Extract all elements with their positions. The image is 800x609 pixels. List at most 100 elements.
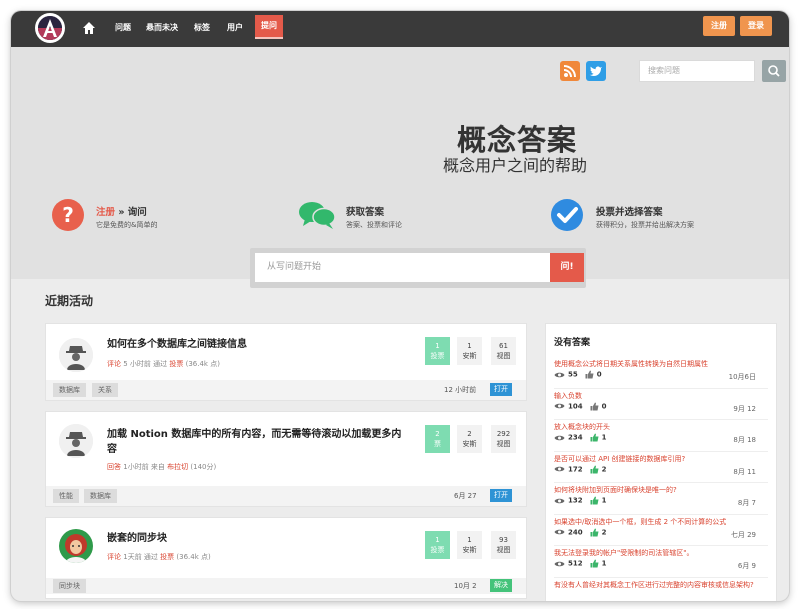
- eye-icon: [554, 435, 565, 440]
- question-date: 12 小时前: [444, 386, 477, 394]
- question-date: 6月 27: [454, 492, 477, 500]
- nav-questions[interactable]: 问题: [115, 11, 131, 47]
- twitter-icon[interactable]: [586, 61, 606, 81]
- user-avatar: [59, 529, 93, 563]
- feature-get-answers: 获取答案: [346, 207, 385, 218]
- logo-icon: [38, 16, 62, 40]
- meta-points: (36.4k 点): [176, 553, 211, 561]
- eye-icon: [554, 561, 565, 566]
- unanswered-list-item: 是否可以通过 API 创建链接的数据库引用? 172 2 8月 11: [554, 454, 768, 485]
- vote-count: 1 投票: [425, 337, 450, 365]
- unanswered-question-link[interactable]: 输入负数: [554, 391, 768, 401]
- status-badge[interactable]: 打开: [490, 489, 512, 502]
- view-count: 512: [568, 559, 583, 568]
- meta-action-link[interactable]: 评论: [107, 553, 121, 561]
- question-circle-icon: ?: [52, 199, 84, 231]
- meta-action-link[interactable]: 评论: [107, 360, 121, 368]
- question-title[interactable]: 嵌套的同步块: [107, 531, 167, 546]
- unanswered-list-item: 我无法登录我的帐户"受限制的司法管辖区"。 512 1 6月 9: [554, 548, 768, 579]
- vote-count: 1: [601, 433, 607, 442]
- hero-subtitle: 概念用户之间的帮助: [443, 156, 588, 175]
- question-date: 8月 18: [733, 436, 756, 444]
- check-circle-icon: [551, 199, 583, 231]
- nav-unanswered[interactable]: 悬而未决: [146, 11, 178, 47]
- tag[interactable]: 数据库: [84, 489, 117, 503]
- unanswered-list-item: 输入负数 104 0 9月 12: [554, 391, 768, 422]
- unanswered-question-link[interactable]: 如何将块附加到页面时确保块是唯一的?: [554, 485, 768, 495]
- tag[interactable]: 数据库: [53, 383, 86, 397]
- question-meta: 回答 1小时前 来自 布拉切 (140分): [107, 462, 216, 472]
- answer-count: 1 安斯: [457, 337, 482, 365]
- meta-points: (36.4k 点): [185, 360, 220, 368]
- view-count: 104: [568, 402, 583, 410]
- eye-icon: [554, 372, 565, 377]
- tag[interactable]: 关系: [92, 383, 118, 397]
- ask-submit-button[interactable]: 问!: [550, 253, 584, 282]
- thumbs-up-icon: [585, 370, 594, 379]
- eye-icon: [554, 498, 565, 503]
- feature-register-ask: 注册 » 询问: [96, 204, 147, 218]
- status-badge[interactable]: 打开: [490, 383, 512, 396]
- search-icon: [768, 65, 780, 77]
- question-footer: 性能 数据库 6月 27 打开: [46, 486, 526, 506]
- nav-ask-question[interactable]: 提问: [255, 15, 283, 39]
- list-separator: [554, 387, 768, 389]
- unanswered-question-link[interactable]: 使用概念公式将日期关系属性转换为自然日期属性: [554, 359, 768, 369]
- unanswered-question-link[interactable]: 如果选中/取消选中一个框，则生成 2 个不同计算的公式: [554, 517, 768, 527]
- view-count: 172: [568, 465, 583, 473]
- unanswered-question-link[interactable]: 是否可以通过 API 创建链接的数据库引用?: [554, 454, 768, 464]
- feature-vote-select-desc: 获得积分，投票并给出解决方案: [596, 221, 694, 229]
- meta-action-link[interactable]: 回答: [107, 463, 121, 471]
- thumbs-up-icon: [590, 528, 599, 536]
- register-button[interactable]: 注册: [703, 16, 735, 36]
- unanswered-list-item: 有没有人曾经对其概念工作区进行过完整的内容审核或信息架构?: [554, 580, 768, 602]
- recent-activity-title: 近期活动: [45, 294, 94, 308]
- search-button[interactable]: [762, 60, 786, 82]
- site-logo[interactable]: [35, 13, 65, 43]
- question-card: 嵌套的同步块 评论 1天前 通过 投票 (36.4k 点) 1 投票 1 安斯 93…: [45, 517, 527, 599]
- status-badge[interactable]: 解决: [490, 579, 512, 592]
- question-title[interactable]: 如何在多个数据库之间链接信息: [107, 337, 247, 352]
- rss-icon[interactable]: [560, 61, 580, 81]
- unanswered-question-link[interactable]: 我无法登录我的帐户"受限制的司法管辖区"。: [554, 548, 768, 558]
- tag[interactable]: 性能: [53, 489, 79, 503]
- vote-count: 0: [596, 370, 602, 379]
- list-separator: [554, 419, 768, 420]
- question-footer: 数据库 关系 12 小时前 打开: [46, 380, 526, 400]
- anonymous-avatar-icon: [59, 338, 93, 372]
- nav-users[interactable]: 用户: [227, 11, 243, 47]
- question-stats: 104 0: [554, 402, 607, 411]
- vote-count: 1: [601, 559, 607, 568]
- view-count: 93 视图: [491, 531, 516, 559]
- question-date: 9月 12: [733, 404, 756, 413]
- meta-user-link[interactable]: 布拉切: [167, 463, 188, 471]
- question-title[interactable]: 加载 Notion 数据库中的所有内容，而无需等待滚动以加载更多内 容: [107, 427, 412, 457]
- meta-time: 1小时前 来自: [123, 463, 165, 471]
- list-separator: [554, 513, 768, 515]
- question-meta: 评论 1天前 通过 投票 (36.4k 点): [107, 552, 211, 562]
- question-meta: 评论 5 小时前 通过 投票 (36.4k 点): [107, 359, 220, 369]
- thumbs-up-icon: [590, 402, 599, 410]
- feature-register-link[interactable]: 注册: [96, 207, 115, 218]
- question-stats: 512 1: [554, 559, 607, 568]
- list-separator: [554, 482, 768, 483]
- vote-count: 1 投票: [425, 531, 450, 559]
- ask-question-input[interactable]: 从写问题开始: [255, 253, 550, 282]
- unanswered-question-link[interactable]: 放入概念块的开头: [554, 422, 768, 432]
- tag[interactable]: 同步块: [53, 579, 86, 593]
- thumbs-up-icon: [590, 465, 599, 473]
- home-icon[interactable]: [82, 21, 96, 35]
- search-input[interactable]: 搜索问题: [639, 60, 755, 82]
- unanswered-list-item: 如何将块附加到页面时确保块是唯一的? 132 1 8月 7: [554, 485, 768, 516]
- unanswered-title: 没有答案: [554, 338, 591, 348]
- unanswered-question-link[interactable]: 有没有人曾经对其概念工作区进行过完整的内容审核或信息架构?: [554, 580, 768, 591]
- vote-count: 1: [601, 496, 607, 505]
- login-button[interactable]: 登录: [740, 16, 772, 36]
- meta-user-link[interactable]: 投票: [169, 360, 183, 368]
- feature-get-answers-desc: 答案、投票和评论: [346, 221, 402, 229]
- question-stats: 55 0: [554, 370, 602, 379]
- meta-user-link[interactable]: 投票: [160, 553, 174, 561]
- nav-tags[interactable]: 标签: [194, 11, 210, 47]
- anonymous-avatar-icon: [59, 424, 93, 458]
- vote-count: 2: [601, 465, 607, 473]
